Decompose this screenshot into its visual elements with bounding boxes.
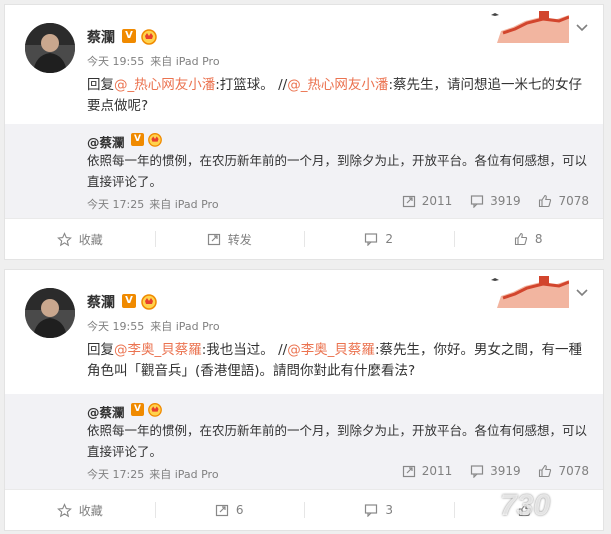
quoted-user-link[interactable]: @蔡瀾 bbox=[87, 402, 125, 421]
vip-crown-icon bbox=[141, 294, 157, 310]
watermark-logo: 730 bbox=[500, 489, 551, 522]
repost-icon bbox=[215, 504, 229, 517]
repost-label: 转发 bbox=[227, 232, 252, 247]
quoted-stats: 2011 3919 7078 bbox=[388, 194, 589, 211]
quoted-meta: 今天 17:25 来自 iPad Pro bbox=[87, 196, 224, 212]
comment-button[interactable]: 2 bbox=[304, 219, 454, 259]
like-label: 8 bbox=[534, 232, 543, 246]
quoted-time[interactable]: 今天 17:25 bbox=[87, 468, 144, 481]
repost-label: 6 bbox=[235, 503, 244, 517]
favorite-button[interactable]: 收藏 bbox=[5, 490, 155, 530]
user-name[interactable]: 蔡瀾 bbox=[87, 27, 115, 47]
quoted-text: 依照每一年的惯例，在农历新年前的一个月，到除夕为止，开放平台。各位有何感想，可以… bbox=[87, 423, 588, 459]
quoted-text: 依照每一年的惯例，在农历新年前的一个月，到除夕为止，开放平台。各位有何感想，可以… bbox=[87, 153, 588, 189]
thumbs-up-icon bbox=[539, 194, 552, 208]
favorite-button[interactable]: 收藏 bbox=[5, 219, 155, 259]
favorite-label: 收藏 bbox=[78, 232, 103, 247]
thumbs-up-icon bbox=[539, 464, 552, 478]
action-bar: 收藏 转发 2 8 bbox=[5, 218, 603, 259]
vip-crown-icon bbox=[148, 133, 162, 147]
repost-button[interactable]: 转发 bbox=[154, 219, 305, 259]
avatar[interactable] bbox=[25, 23, 75, 73]
great-wall-decoration-icon bbox=[491, 11, 569, 43]
chevron-down-icon[interactable] bbox=[575, 23, 589, 33]
quoted-like-count[interactable]: 7078 bbox=[538, 194, 589, 208]
post-content: 回复@_热心网友小潘:打篮球。 //@_热心网友小潘:蔡先生，请问想追一米七的女… bbox=[87, 75, 595, 117]
quoted-source: 来自 iPad Pro bbox=[149, 468, 219, 481]
repost-icon bbox=[207, 233, 220, 246]
verified-badge-icon: V bbox=[131, 403, 144, 416]
quoted-stats: 2011 3919 7078 bbox=[388, 464, 589, 481]
weibo-post-card: 蔡瀾 V 今天 19:55 来自 iPad Pro 回复@_热心网友小潘:打篮球。… bbox=[4, 4, 604, 260]
great-wall-decoration-icon bbox=[491, 276, 569, 308]
reply-prefix: 回复 bbox=[87, 77, 114, 93]
reply-prefix: 回复 bbox=[87, 342, 114, 358]
post-content: 回复@李奥_貝蔡羅:我也当过。 //@李奥_貝蔡羅:蔡先生，你好。男女之間，有一… bbox=[87, 340, 595, 382]
thumbs-up-icon bbox=[514, 232, 528, 246]
comment-icon bbox=[365, 233, 378, 246]
quoted-repost-count[interactable]: 2011 bbox=[402, 194, 453, 208]
comment-count: 3919 bbox=[490, 194, 521, 208]
vip-crown-icon bbox=[141, 29, 157, 45]
quoted-comment-count[interactable]: 3919 bbox=[470, 464, 521, 478]
comment-icon bbox=[470, 465, 484, 478]
repost-icon bbox=[402, 465, 415, 478]
reply-text: :打篮球。 // bbox=[215, 77, 288, 93]
post-source: 来自 iPad Pro bbox=[150, 55, 220, 68]
verified-badge-icon: V bbox=[122, 29, 136, 43]
repost-count: 2011 bbox=[421, 464, 453, 478]
comment-label: 2 bbox=[385, 232, 394, 246]
verified-badge-icon: V bbox=[131, 133, 144, 146]
mention-link[interactable]: @_热心网友小潘 bbox=[114, 77, 215, 93]
favorite-label: 收藏 bbox=[78, 503, 103, 518]
quoted-meta: 今天 17:25 来自 iPad Pro bbox=[87, 466, 224, 482]
quoted-user-link[interactable]: @蔡瀾 bbox=[87, 132, 125, 151]
post-source: 来自 iPad Pro bbox=[150, 320, 220, 333]
like-button[interactable]: 8 bbox=[453, 219, 604, 259]
quoted-repost-count[interactable]: 2011 bbox=[402, 464, 453, 478]
mention-link[interactable]: @李奥_貝蔡羅 bbox=[114, 342, 202, 358]
repost-button[interactable]: 6 bbox=[154, 490, 305, 530]
user-name[interactable]: 蔡瀾 bbox=[87, 292, 115, 312]
like-count: 7078 bbox=[558, 194, 589, 208]
vip-crown-icon bbox=[148, 403, 162, 417]
repost-count: 2011 bbox=[421, 194, 453, 208]
star-icon bbox=[56, 502, 72, 517]
quoted-time[interactable]: 今天 17:25 bbox=[87, 198, 144, 211]
mention-link[interactable]: @李奥_貝蔡羅 bbox=[287, 342, 375, 358]
mention-link[interactable]: @_热心网友小潘 bbox=[287, 77, 388, 93]
comment-count: 3919 bbox=[490, 464, 521, 478]
comment-label: 3 bbox=[385, 503, 394, 517]
like-count: 7078 bbox=[558, 464, 589, 478]
quoted-source: 来自 iPad Pro bbox=[149, 198, 219, 211]
chevron-down-icon[interactable] bbox=[575, 288, 589, 298]
quoted-like-count[interactable]: 7078 bbox=[538, 464, 589, 478]
post-time[interactable]: 今天 19:55 bbox=[87, 320, 144, 333]
star-icon bbox=[56, 231, 72, 246]
avatar[interactable] bbox=[25, 288, 75, 338]
post-meta: 今天 19:55 来自 iPad Pro bbox=[87, 53, 226, 69]
comment-icon bbox=[365, 504, 378, 517]
post-meta: 今天 19:55 来自 iPad Pro bbox=[87, 318, 226, 334]
verified-badge-icon: V bbox=[122, 294, 136, 308]
repost-icon bbox=[402, 195, 415, 208]
quoted-post[interactable]: @蔡瀾 V 依照每一年的惯例，在农历新年前的一个月，到除夕为止，开放平台。各位有… bbox=[5, 124, 603, 219]
comment-icon bbox=[470, 195, 484, 208]
quoted-post[interactable]: @蔡瀾 V 依照每一年的惯例，在农历新年前的一个月，到除夕为止，开放平台。各位有… bbox=[5, 394, 603, 490]
post-time[interactable]: 今天 19:55 bbox=[87, 55, 144, 68]
quoted-comment-count[interactable]: 3919 bbox=[470, 194, 521, 208]
reply-text: :我也当过。 // bbox=[201, 342, 288, 358]
comment-button[interactable]: 3 bbox=[304, 490, 454, 530]
